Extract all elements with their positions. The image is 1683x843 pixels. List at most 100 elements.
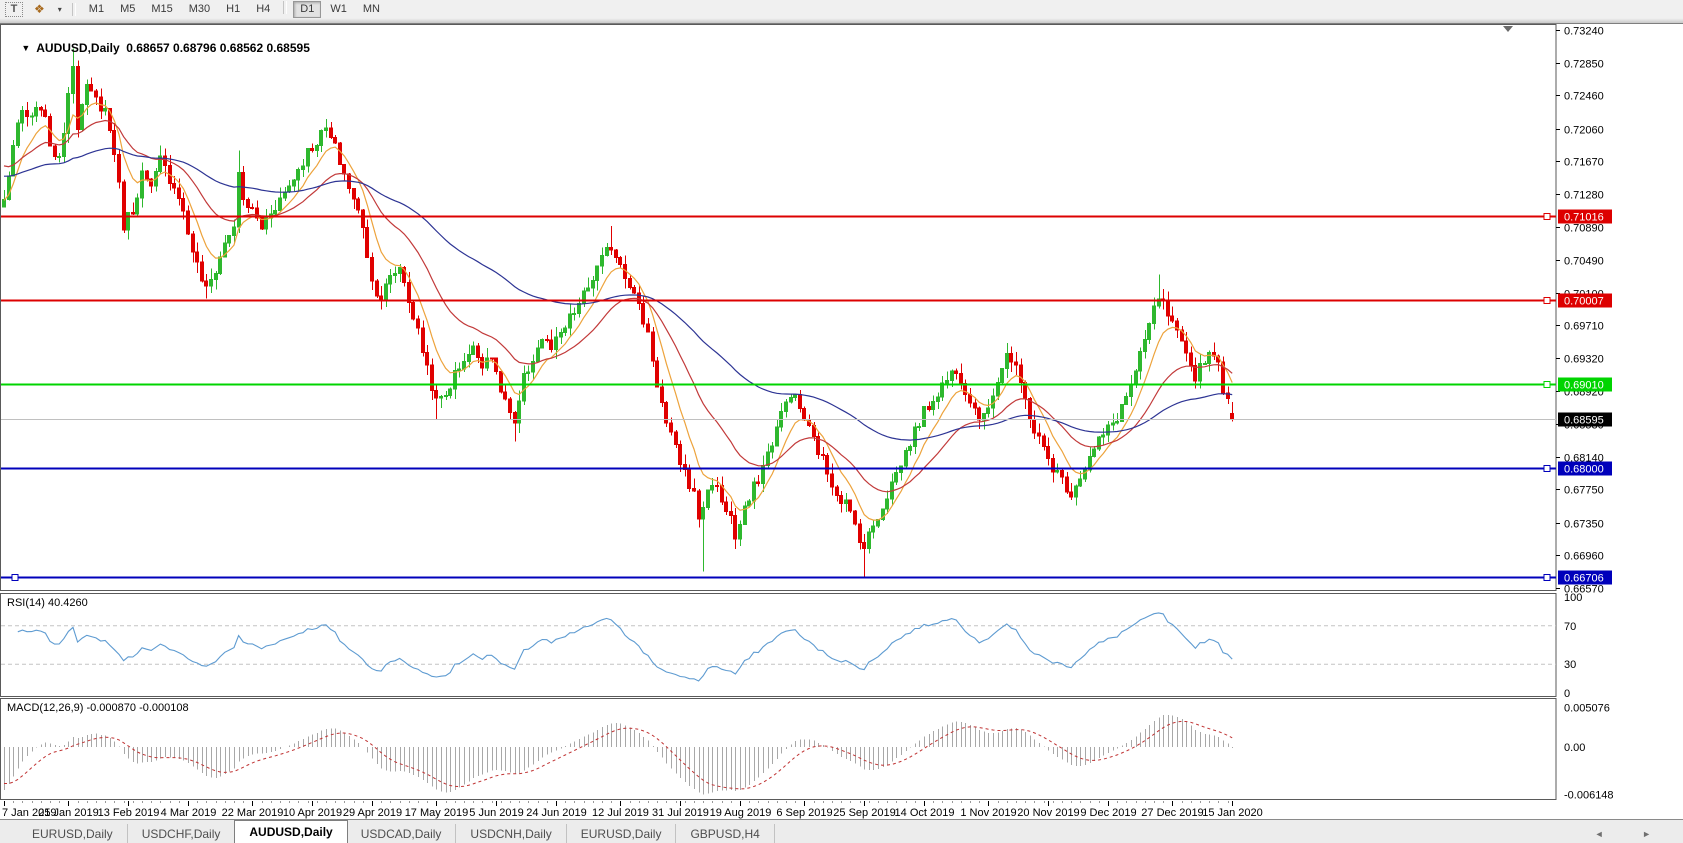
candle-bull <box>210 279 213 286</box>
timeframe-button-W1[interactable]: W1 <box>323 1 354 18</box>
candle-bull <box>274 210 277 214</box>
price-tick-label: 0.67750 <box>1564 485 1604 497</box>
candle-bull <box>1116 421 1119 423</box>
price-tick-label: 0.73240 <box>1564 26 1604 38</box>
timeframe-button-M1[interactable]: M1 <box>82 1 111 18</box>
rsi-level-label: 0 <box>1564 688 1570 700</box>
rsi-level-label: 100 <box>1564 592 1582 604</box>
candle-bull <box>845 500 848 503</box>
candle-bull <box>35 107 38 116</box>
candle-bear <box>422 328 425 352</box>
candle-bear <box>40 107 43 110</box>
tab-scroll-arrows[interactable]: ◄ ► <box>1595 829 1669 839</box>
chart-tab-gbpusd-h4[interactable]: GBPUSD,H4 <box>676 824 774 843</box>
drawing-tools-dropdown[interactable]: ▾ <box>54 1 66 18</box>
candle-bull <box>307 149 310 167</box>
candle-bear <box>1015 362 1018 365</box>
candle-bear <box>698 491 701 519</box>
candle-bull <box>946 381 949 383</box>
rsi-pane-frame <box>1 594 1557 697</box>
h-line-handle <box>1544 298 1550 304</box>
candle-bull <box>537 348 540 362</box>
toolbar-separator <box>72 3 76 16</box>
chart-tab-audusd-daily[interactable]: AUDUSD,Daily <box>234 820 347 843</box>
timeframe-button-H4[interactable]: H4 <box>249 1 277 18</box>
timeframe-button-H1[interactable]: H1 <box>219 1 247 18</box>
timeframe-button-M15[interactable]: M15 <box>144 1 179 18</box>
date-label: 29 Apr 2019 <box>343 807 402 819</box>
candle-bear <box>182 199 185 211</box>
candle-bull <box>3 199 6 207</box>
candle-bull <box>316 146 319 151</box>
candle-bull <box>776 427 779 446</box>
candle-bear <box>26 111 29 117</box>
candle-bear <box>491 358 494 359</box>
candle-bull <box>215 273 218 279</box>
candle-bull <box>951 371 954 381</box>
candle-bear <box>357 199 360 210</box>
ohlc-close: 0.68595 <box>267 41 310 55</box>
candle-bull <box>72 66 75 93</box>
candle-bear <box>734 515 737 539</box>
candle-bull <box>596 266 599 281</box>
candle-bear <box>118 154 121 182</box>
candle-bear <box>173 183 176 187</box>
candle-bull <box>541 339 544 348</box>
candle-bear <box>514 413 517 423</box>
h-line-label-0.66706-text: 0.66706 <box>1564 573 1604 585</box>
toolbar-separator <box>283 1 287 14</box>
timeframe-button-D1[interactable]: D1 <box>293 1 321 18</box>
candle-bear <box>693 489 696 491</box>
timeframe-button-MN[interactable]: MN <box>356 1 387 18</box>
price-tick-label: 0.70490 <box>1564 256 1604 268</box>
candle-bull <box>127 213 130 230</box>
date-label: 24 Jun 2019 <box>526 807 587 819</box>
candle-bear <box>955 371 958 373</box>
candle-bear <box>960 373 963 383</box>
candle-bull <box>86 85 89 105</box>
candle-bull <box>81 105 84 130</box>
collapse-chart-icon[interactable]: ▼ <box>21 43 30 53</box>
chart-tab-usdcad-daily[interactable]: USDCAD,Daily <box>347 824 457 843</box>
chart-tab-usdcnh-daily[interactable]: USDCNH,Daily <box>456 824 566 843</box>
candle-bull <box>794 394 797 397</box>
timeframe-button-M30[interactable]: M30 <box>182 1 217 18</box>
candle-bull <box>320 130 323 145</box>
candle-bear <box>504 392 507 399</box>
candle-bull <box>288 186 291 192</box>
candle-bull <box>136 198 139 214</box>
chart-tab-usdchf-daily[interactable]: USDCHF,Daily <box>128 824 236 843</box>
chart-tabs: EURUSD,DailyUSDCHF,DailyAUDUSD,DailyUSDC… <box>18 820 775 843</box>
candle-bull <box>895 472 898 482</box>
candle-bull <box>983 413 986 420</box>
chart-tab-eurusd-daily[interactable]: EURUSD,Daily <box>18 824 128 843</box>
candle-bear <box>822 455 825 456</box>
candle-bear <box>859 524 862 542</box>
candle-bear <box>1052 458 1055 472</box>
chart-tab-eurusd-daily[interactable]: EURUSD,Daily <box>567 824 677 843</box>
window-divider[interactable] <box>0 18 1683 24</box>
candle-bull <box>587 288 590 291</box>
date-label: 6 Sep 2019 <box>776 807 832 819</box>
chart-tab-bar: EURUSD,DailyUSDCHF,DailyAUDUSD,DailyUSDC… <box>0 819 1683 843</box>
candle-bear <box>431 365 434 391</box>
candle-bull <box>932 401 935 409</box>
h-line-handle <box>1544 214 1550 220</box>
candle-bull <box>909 447 912 451</box>
text-tool-button[interactable]: T <box>5 2 23 17</box>
price-tick-label: 0.69710 <box>1564 321 1604 333</box>
drawing-tools-button[interactable]: ❖ <box>27 1 52 18</box>
candle-bear <box>146 171 149 179</box>
candle-bear <box>642 304 645 324</box>
candle-bear <box>1185 341 1188 353</box>
candle-bear <box>1020 365 1023 383</box>
timeframe-button-M5[interactable]: M5 <box>113 1 142 18</box>
candle-bear <box>334 138 337 143</box>
candle-bull <box>1130 385 1133 396</box>
candle-bear <box>311 149 314 151</box>
candle-bear <box>1190 353 1193 366</box>
chart-canvas[interactable]: 0.732400.728500.724600.720600.716700.712… <box>0 0 1683 843</box>
candle-bull <box>233 227 236 235</box>
candle-bull <box>486 358 489 368</box>
candle-bull <box>1107 425 1110 435</box>
